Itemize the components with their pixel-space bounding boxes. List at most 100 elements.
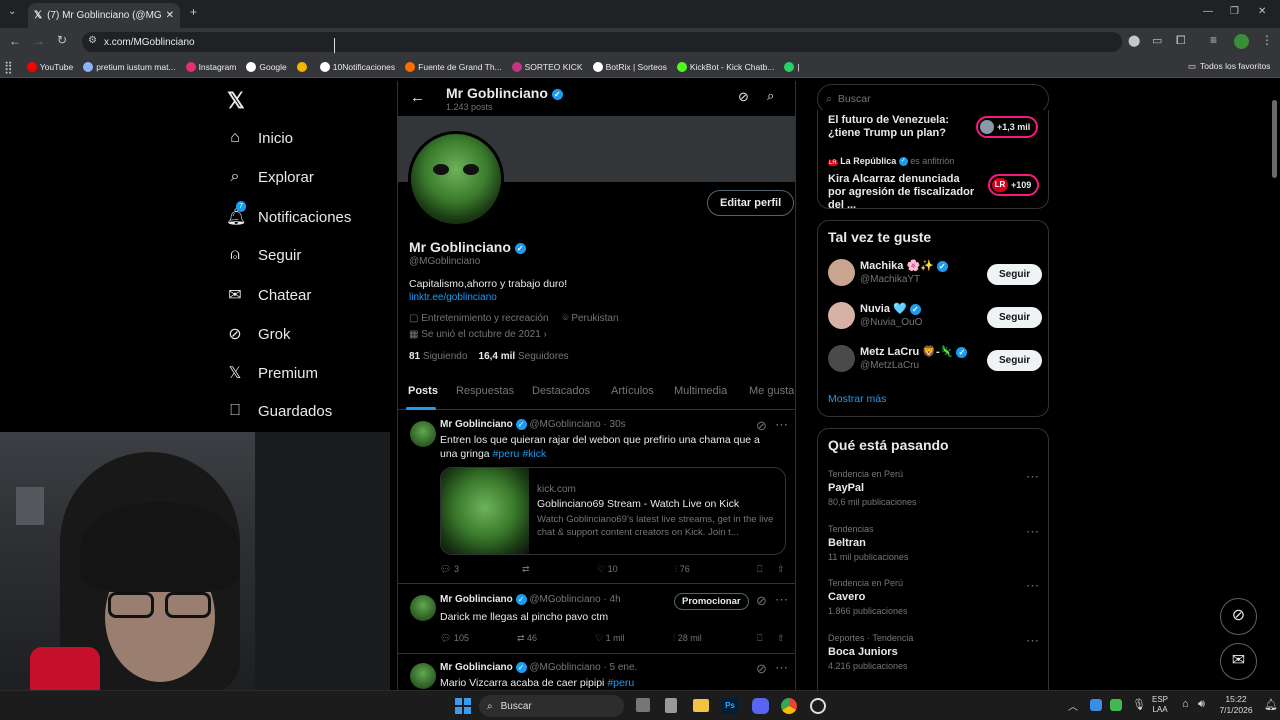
news-title[interactable]: Kira Alcarraz denunciada por agresión de…	[828, 173, 976, 212]
follow-button[interactable]: Seguir	[987, 264, 1043, 285]
site-info-icon[interactable]: ⚙	[88, 35, 97, 46]
like-button[interactable]: ♡ 10	[597, 564, 675, 575]
tab-me gusta[interactable]: Me gusta	[749, 385, 794, 397]
share-button[interactable]: ⇧	[777, 633, 785, 644]
avatar[interactable]	[828, 259, 855, 286]
more-icon[interactable]: ⋯	[775, 417, 788, 433]
back-icon[interactable]: ←	[9, 34, 21, 48]
nav-item-seguir[interactable]: ⍝ Seguir	[226, 246, 301, 264]
more-icon[interactable]: ⋯	[1026, 578, 1039, 594]
link-card[interactable]: kick.com Goblinciano69 Stream - Watch Li…	[440, 467, 786, 555]
follow-button[interactable]: Seguir	[987, 307, 1043, 328]
back-arrow-icon[interactable]: ←	[410, 89, 425, 106]
tab-artículos[interactable]: Artículos	[611, 385, 654, 397]
grok-float-button[interactable]: ⊘	[1220, 598, 1257, 635]
more-icon[interactable]: ⋯	[775, 660, 788, 676]
tray-arrow-icon[interactable]: ︿	[1068, 698, 1078, 713]
tweet-2[interactable]: Mr Goblinciano ✓ @MGoblinciano · 4h Prom…	[398, 585, 795, 654]
bookmark-button[interactable]: ⎕	[757, 633, 777, 644]
nav-item-notificaciones[interactable]: 🔔︎ 7 Notificaciones	[226, 201, 351, 227]
photoshop-icon[interactable]: Ps	[722, 698, 738, 714]
network-icon[interactable]: ⌂	[1182, 698, 1189, 710]
repost-button[interactable]: ⇄	[522, 564, 597, 575]
new-tab-icon[interactable]: +	[190, 5, 197, 19]
tab-multimedia[interactable]: Multimedia	[674, 385, 727, 397]
avatar[interactable]	[828, 302, 855, 329]
tray-app2-icon[interactable]	[1110, 699, 1122, 711]
tab-media-icon[interactable]: ≡	[1210, 33, 1217, 47]
close-window-icon[interactable]: ✕	[1258, 6, 1266, 17]
chrome-icon[interactable]	[781, 698, 797, 714]
tab-destacados[interactable]: Destacados	[532, 385, 590, 397]
bookmark-item[interactable]: SORTEO KICK	[511, 61, 583, 72]
grok-icon[interactable]: ⊘	[738, 89, 749, 105]
follow-button[interactable]: Seguir	[987, 350, 1043, 371]
microphone-icon[interactable]: 🎙︎	[1132, 698, 1146, 711]
bookmark-item[interactable]: KickBot - Kick Chatb...	[676, 61, 774, 72]
news-avatars-pill[interactable]: +1,3 mil	[976, 116, 1039, 138]
profile-avatar-large[interactable]	[408, 131, 504, 227]
tray-app-icon[interactable]	[1090, 699, 1102, 711]
grok-icon[interactable]: ⊘	[756, 418, 767, 434]
browser-tab[interactable]: 𝕏 (7) Mr Goblinciano (@MGoblinc ✕	[28, 3, 180, 28]
repost-button[interactable]: ⇄ 46	[517, 633, 595, 644]
share-button[interactable]: ⇧	[777, 564, 785, 575]
bookmark-item[interactable]: Fuente de Grand Th...	[405, 61, 502, 72]
news-title[interactable]: El futuro de Venezuela: ¿tiene Trump un …	[828, 114, 968, 140]
forward-icon[interactable]: →	[33, 34, 45, 48]
extension-icon[interactable]: ⬤	[1128, 34, 1140, 47]
maximize-icon[interactable]: ❐	[1230, 6, 1239, 17]
views-button[interactable]: ⫶ 76	[675, 564, 757, 575]
bookmark-button[interactable]: ⎕	[757, 564, 777, 575]
search-icon[interactable]: ⌕	[767, 88, 774, 104]
obs-icon[interactable]	[810, 698, 826, 714]
all-bookmarks[interactable]: ▭ Todos los favoritos	[1188, 61, 1270, 72]
show-more-link[interactable]: Mostrar más	[828, 393, 886, 405]
avatar[interactable]	[410, 421, 436, 447]
edit-profile-button[interactable]: Editar perfil	[707, 190, 795, 216]
nav-item-inicio[interactable]: ⌂ Inicio	[226, 129, 293, 147]
more-icon[interactable]: ⋯	[1026, 524, 1039, 540]
tweet-1[interactable]: Mr Goblinciano ✓ @MGoblinciano · 30s ⊘ ⋯…	[398, 411, 795, 584]
bookmark-item[interactable]: 10Notificaciones	[319, 61, 395, 72]
close-tab-icon[interactable]: ✕	[166, 10, 174, 21]
notification-bell-icon[interactable]: 🔔︎	[1264, 698, 1278, 711]
bookmark-item[interactable]: pretium iustum mat...	[83, 61, 176, 72]
bookmark-item[interactable]: BotRix | Sorteos	[592, 61, 667, 72]
tab-respuestas[interactable]: Respuestas	[456, 385, 514, 397]
nav-item-guardados[interactable]: ⎕ Guardados	[226, 402, 332, 420]
followers-link[interactable]: 16,4 mil Seguidores	[479, 351, 569, 362]
suggestion-name[interactable]: Machika 🌸✨ ✓	[860, 259, 948, 272]
bookmark-item[interactable]: YouTube	[26, 61, 73, 72]
reply-button[interactable]: 💬︎ 105	[440, 633, 517, 644]
minimize-icon[interactable]: —	[1203, 6, 1213, 17]
volume-icon[interactable]: 🔊︎	[1198, 698, 1205, 711]
bookmark-item[interactable]: |	[784, 61, 800, 72]
avatar[interactable]	[828, 345, 855, 372]
more-icon[interactable]: ⋯	[775, 592, 788, 608]
nav-item-explorar[interactable]: ⌕ Explorar	[226, 168, 314, 186]
bookmark-item[interactable]: Google	[246, 61, 287, 72]
taskbar-search[interactable]: ⌕ Buscar	[479, 695, 624, 717]
apps-icon[interactable]: ⣿	[4, 60, 13, 74]
task-view-icon[interactable]	[636, 698, 650, 712]
puzzle-icon[interactable]: ⧠	[1176, 33, 1186, 48]
grok-icon[interactable]: ⊘	[756, 593, 767, 609]
promote-button[interactable]: Promocionar	[674, 593, 749, 610]
messages-float-button[interactable]: ✉	[1220, 643, 1257, 680]
grok-icon[interactable]: ⊘	[756, 661, 767, 677]
avatar[interactable]	[410, 595, 436, 621]
extension2-icon[interactable]: ▭	[1152, 34, 1162, 47]
discord-icon[interactable]	[752, 698, 769, 714]
nav-item-premium[interactable]: 𝕏 Premium	[226, 363, 318, 383]
nav-item-chatear[interactable]: ✉ Chatear	[226, 285, 311, 305]
reload-icon[interactable]: ↻	[57, 33, 67, 47]
trend-name[interactable]: Boca Juniors	[828, 646, 898, 658]
views-button[interactable]: ⫶ 28 mil	[673, 633, 757, 644]
tab-search-icon[interactable]: ⌄	[8, 6, 16, 17]
tab-posts[interactable]: Posts	[408, 385, 438, 397]
suggestion-name[interactable]: Metz LaCru 🦁-🦎 ✓	[860, 345, 968, 358]
profile-avatar[interactable]	[1234, 34, 1249, 49]
bookmark-item[interactable]: Instagram	[185, 61, 236, 72]
app-icon[interactable]	[665, 698, 677, 713]
